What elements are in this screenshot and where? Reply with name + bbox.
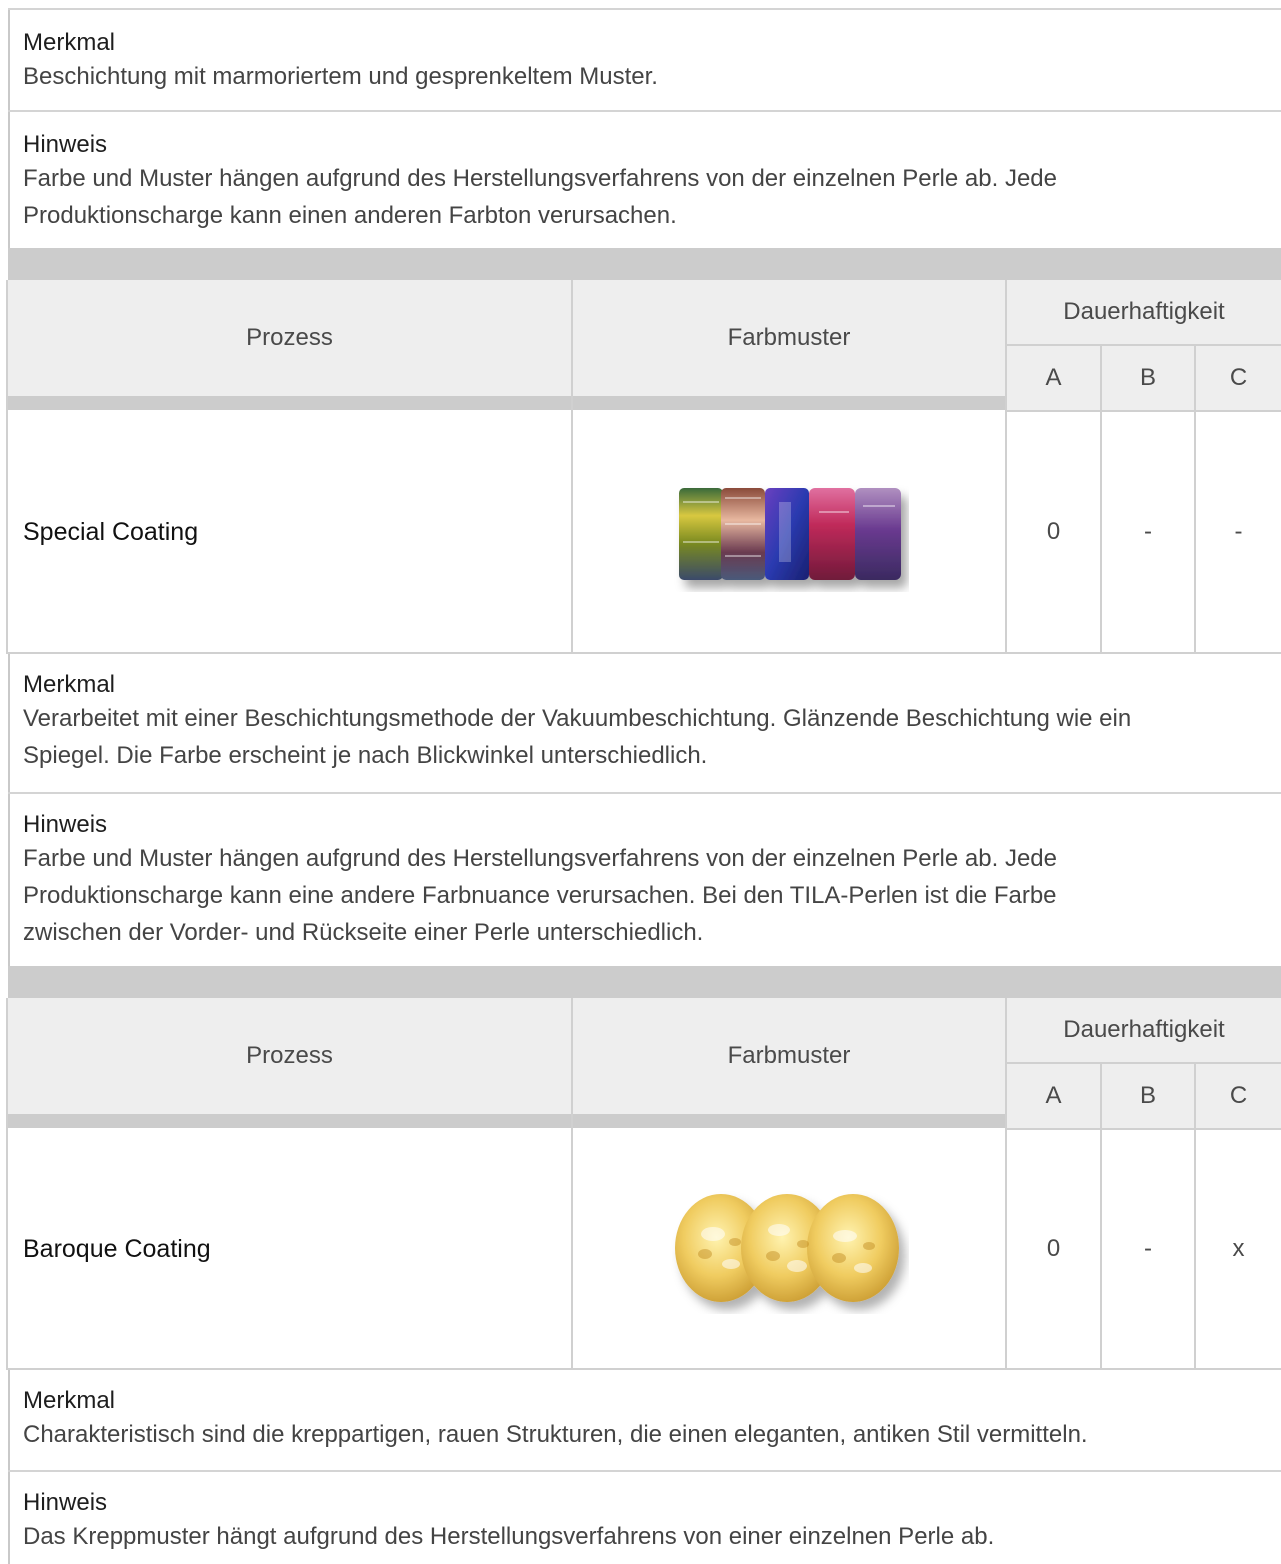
divider — [1100, 346, 1102, 654]
divider — [1100, 1064, 1102, 1370]
header-c-label: C — [1229, 364, 1248, 391]
merkmal-heading: Merkmal — [23, 29, 116, 56]
merkmal-block-2: Merkmal Verarbeitet mit einer Beschichtu… — [8, 654, 1281, 792]
coating-table-1: Prozess Farbmuster Dauerhaftigkeit A B C… — [6, 280, 1281, 654]
section-band — [8, 248, 1281, 280]
header-c: C — [1196, 346, 1281, 410]
hinweis-block-3: Hinweis Das Kreppmuster hängt aufgrund d… — [8, 1472, 1281, 1564]
divider — [571, 998, 573, 1370]
header-a: A — [1007, 1064, 1100, 1128]
header-durability-label: Dauerhaftigkeit — [1063, 298, 1225, 325]
value-a: 0 — [1046, 1235, 1061, 1262]
header-b-label: B — [1139, 1082, 1156, 1109]
process-name-cell: Baroque Coating — [8, 1130, 571, 1368]
value-b-cell: - — [1102, 412, 1194, 652]
header-c: C — [1196, 1064, 1281, 1128]
process-name-cell: Special Coating — [8, 412, 571, 652]
merkmal-block-1: Merkmal Beschichtung mit marmoriertem un… — [8, 10, 1281, 110]
merkmal-text-line: Spiegel. Die Farbe erscheint je nach Bli… — [23, 742, 708, 769]
hinweis-heading: Hinweis — [23, 131, 108, 158]
header-b: B — [1102, 1064, 1194, 1128]
value-c: x — [1232, 1235, 1245, 1262]
value-c-cell: x — [1196, 1130, 1281, 1368]
header-process: Prozess — [8, 280, 571, 396]
merkmal-text: Beschichtung mit marmoriertem und gespre… — [23, 63, 658, 90]
divider — [1005, 998, 1007, 1370]
header-c-label: C — [1229, 1082, 1248, 1109]
value-b: - — [1144, 518, 1152, 545]
merkmal-text-line: Verarbeitet mit einer Beschichtungsmetho… — [23, 705, 1132, 732]
header-a: A — [1007, 346, 1100, 410]
hinweis-text-line: Produktionscharge kann eine andere Farbn… — [23, 882, 1057, 909]
header-durability: Dauerhaftigkeit — [1007, 998, 1281, 1062]
header-sample-label: Farbmuster — [727, 1042, 851, 1069]
header-durability: Dauerhaftigkeit — [1007, 280, 1281, 344]
value-b-cell: - — [1102, 1130, 1194, 1368]
value-a-cell: 0 — [1007, 412, 1100, 652]
header-underline — [8, 1114, 1006, 1128]
divider — [1194, 346, 1196, 654]
coating-info-page: Merkmal Beschichtung mit marmoriertem un… — [0, 0, 1281, 1564]
header-process: Prozess — [8, 998, 571, 1114]
header-process-label: Prozess — [246, 324, 333, 351]
divider — [6, 280, 8, 654]
value-a: 0 — [1046, 518, 1061, 545]
multicolor-beads-image — [679, 488, 901, 580]
divider — [6, 998, 8, 1370]
merkmal-heading: Merkmal — [23, 1387, 116, 1414]
header-underline — [8, 396, 1006, 410]
header-a-label: A — [1045, 364, 1062, 391]
header-b: B — [1102, 346, 1194, 410]
divider — [1005, 280, 1007, 654]
header-b-label: B — [1139, 364, 1156, 391]
merkmal-text: Charakteristisch sind die kreppartigen, … — [23, 1421, 1088, 1448]
hinweis-heading: Hinweis — [23, 811, 108, 838]
gold-beads-image — [675, 1194, 899, 1302]
process-name: Special Coating — [23, 517, 199, 546]
hinweis-block-1: Hinweis Farbe und Muster hängen aufgrund… — [8, 112, 1281, 248]
hinweis-heading: Hinweis — [23, 1489, 108, 1516]
hinweis-text-line: Farbe und Muster hängen aufgrund des Her… — [23, 845, 1057, 872]
hinweis-text: Das Kreppmuster hängt aufgrund des Herst… — [23, 1523, 995, 1550]
value-a-cell: 0 — [1007, 1130, 1100, 1368]
sample-image-cell — [573, 1130, 1005, 1368]
merkmal-block-3: Merkmal Charakteristisch sind die kreppa… — [8, 1370, 1281, 1470]
divider — [1194, 1064, 1196, 1370]
header-a-label: A — [1045, 1082, 1062, 1109]
hinweis-text-line: zwischen der Vorder- und Rückseite einer… — [23, 919, 704, 946]
hinweis-text-line: Farbe und Muster hängen aufgrund des Her… — [23, 165, 1057, 192]
header-durability-label: Dauerhaftigkeit — [1063, 1016, 1225, 1043]
merkmal-heading: Merkmal — [23, 671, 116, 698]
header-sample: Farbmuster — [573, 280, 1005, 396]
value-b: - — [1144, 1235, 1152, 1262]
sample-image-cell — [573, 412, 1005, 652]
value-c: - — [1234, 518, 1243, 545]
hinweis-text-line: Produktionscharge kann einen anderen Far… — [23, 202, 677, 229]
header-sample: Farbmuster — [573, 998, 1005, 1114]
coating-table-2: Prozess Farbmuster Dauerhaftigkeit A B C… — [6, 998, 1281, 1370]
process-name: Baroque Coating — [23, 1234, 211, 1263]
section-band — [8, 966, 1281, 998]
header-sample-label: Farbmuster — [727, 324, 851, 351]
hinweis-block-2: Hinweis Farbe und Muster hängen aufgrund… — [8, 794, 1281, 966]
header-process-label: Prozess — [246, 1042, 333, 1069]
value-c-cell: - — [1196, 412, 1281, 652]
divider — [571, 280, 573, 654]
